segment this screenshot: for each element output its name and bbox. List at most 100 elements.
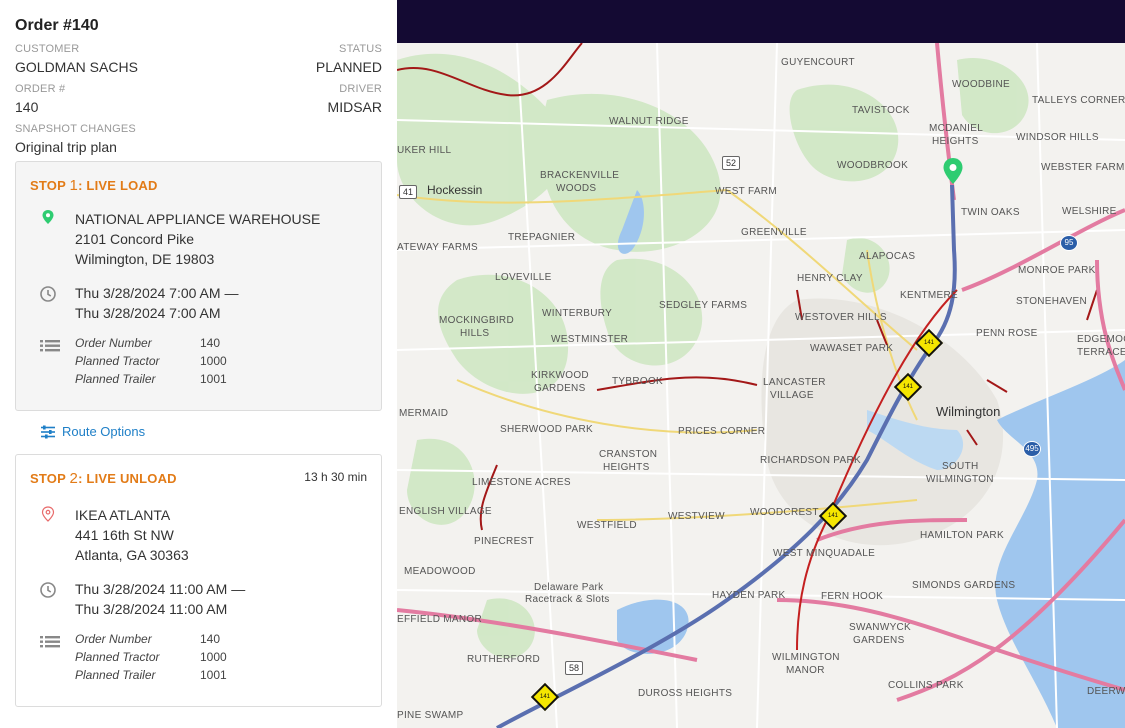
stop-card-1[interactable]: STOP 1: LIVE LOAD NATIONAL APPLIANCE WAR… bbox=[15, 161, 382, 411]
map-label: KENTMERE bbox=[900, 290, 958, 301]
stop-2-time-start: Thu 3/28/2024 11:00 AM — bbox=[75, 581, 246, 597]
map-label: Delaware Park bbox=[534, 582, 604, 593]
map-label: PINE SWAMP bbox=[397, 710, 464, 721]
order-title: Order #140 bbox=[15, 17, 99, 34]
interstate-shield: 95 bbox=[1060, 235, 1078, 251]
map-label: WOODS bbox=[556, 183, 597, 194]
map-label: WOODBROOK bbox=[837, 160, 909, 171]
map-label: MEADOWOOD bbox=[404, 566, 476, 577]
map-label: HEIGHTS bbox=[603, 462, 650, 473]
detail-row: Planned Tractor 1000 bbox=[75, 354, 227, 368]
map-label: DUROSS HEIGHTS bbox=[638, 688, 733, 699]
route-options-link[interactable]: Route Options bbox=[40, 424, 145, 439]
map-label: WESTMINSTER bbox=[551, 334, 629, 345]
map-label: WESTFIELD bbox=[577, 520, 637, 531]
map-label: HILLS bbox=[460, 328, 490, 339]
stop-2-details: Order Number 140 Planned Tractor 1000 Plan… bbox=[75, 630, 227, 684]
stop-1-time-start: Thu 3/28/2024 7:00 AM — bbox=[75, 285, 239, 301]
map-canvas[interactable] bbox=[397, 0, 1125, 728]
map-label: WINDSOR HILLS bbox=[1016, 132, 1099, 143]
clock-icon bbox=[40, 582, 56, 598]
stop-1-address: NATIONAL APPLIANCE WAREHOUSE 2101 Concor… bbox=[75, 209, 320, 269]
map-label: ATEWAY FARMS bbox=[397, 242, 479, 253]
map-label: MERMAID bbox=[399, 408, 449, 419]
map-label: HEIGHTS bbox=[932, 136, 979, 147]
map-label: WILMINGTON bbox=[772, 652, 840, 663]
map-label: WESTVIEW bbox=[668, 511, 725, 522]
stop-1-details: Order Number 140 Planned Tractor 1000 Plan… bbox=[75, 334, 227, 388]
order-panel: Order #140 CUSTOMER GOLDMAN SACHS STATUS… bbox=[0, 0, 397, 728]
map-label: MOCKINGBIRD bbox=[439, 315, 514, 326]
map-label: TREPAGNIER bbox=[508, 232, 576, 243]
driver-value: MIDSAR bbox=[327, 99, 382, 115]
map-label: HENRY CLAY bbox=[797, 273, 863, 284]
map-label: TERRACE bbox=[1077, 347, 1125, 358]
stop-1-address-line2: Wilmington, DE 19803 bbox=[75, 251, 215, 267]
map-label: FERN HOOK bbox=[821, 591, 884, 602]
map-label: GARDENS bbox=[534, 383, 586, 394]
map-label: HAYDEN PARK bbox=[712, 590, 786, 601]
map-label: SEDGLEY FARMS bbox=[659, 300, 748, 311]
map-label: TALLEYS CORNER bbox=[1032, 95, 1125, 106]
sliders-icon bbox=[41, 425, 55, 438]
map-pin-icon bbox=[42, 210, 54, 224]
map-label: WALNUT RIDGE bbox=[609, 116, 689, 127]
detail-row: Planned Trailer 1001 bbox=[75, 372, 227, 386]
status-label: STATUS bbox=[339, 43, 382, 55]
map-label: LOVEVILLE bbox=[495, 272, 552, 283]
map-label: UKER HILL bbox=[397, 145, 452, 156]
stop-2-name: IKEA ATLANTA bbox=[75, 507, 171, 523]
map-label: WESTOVER HILLS bbox=[795, 312, 887, 323]
map-label: WOODCREST bbox=[750, 507, 819, 518]
route-shield: 58 bbox=[565, 661, 584, 675]
stop-2-address-line2: Atlanta, GA 30363 bbox=[75, 547, 189, 563]
origin-pin-icon[interactable] bbox=[942, 157, 964, 185]
stop-1-name: NATIONAL APPLIANCE WAREHOUSE bbox=[75, 211, 321, 227]
clock-icon bbox=[40, 286, 56, 302]
map-label: COLLINS PARK bbox=[888, 680, 964, 691]
map-label: STONEHAVEN bbox=[1016, 296, 1087, 307]
status-value: PLANNED bbox=[315, 59, 382, 75]
map-label: SHERWOOD PARK bbox=[500, 424, 593, 435]
map-label: ALAPOCAS bbox=[859, 251, 916, 262]
map-label: PRICES CORNER bbox=[678, 426, 766, 437]
map-label: CRANSTON bbox=[599, 449, 658, 460]
stop-1-address-line1: 2101 Concord Pike bbox=[75, 231, 195, 247]
list-icon bbox=[40, 636, 60, 648]
map-label: WEST FARM bbox=[715, 186, 777, 197]
stop-2-times: Thu 3/28/2024 11:00 AM — Thu 3/28/2024 1… bbox=[75, 579, 245, 619]
map-label: TYBROOK bbox=[612, 376, 663, 387]
map-label: GREENVILLE bbox=[741, 227, 807, 238]
stop-2-duration: 13 h 30 min bbox=[304, 470, 367, 484]
detail-row: Order Number 140 bbox=[75, 632, 221, 646]
map-label: RICHARDSON PARK bbox=[760, 455, 861, 466]
detail-row: Planned Trailer 1001 bbox=[75, 668, 227, 682]
stop-1-times: Thu 3/28/2024 7:00 AM — Thu 3/28/2024 7:… bbox=[75, 283, 238, 323]
stop-card-2[interactable]: STOP 2: LIVE UNLOAD 13 h 30 min IKEA ATL… bbox=[15, 454, 382, 707]
map-label: TAVISTOCK bbox=[852, 105, 910, 116]
map-label: GUYENCOURT bbox=[781, 57, 855, 68]
map-label: PINECREST bbox=[474, 536, 534, 547]
map-label: LIMESTONE ACRES bbox=[472, 477, 571, 488]
map-label: Racetrack & Slots bbox=[525, 594, 610, 605]
map-label: MANOR bbox=[786, 665, 825, 676]
customer-status-row: CUSTOMER GOLDMAN SACHS STATUS PLANNED bbox=[15, 43, 382, 75]
driver-label: DRIVER bbox=[339, 83, 382, 95]
map-label: TWIN OAKS bbox=[961, 207, 1020, 218]
stop-2-time-end: Thu 3/28/2024 11:00 AM bbox=[75, 601, 228, 617]
map-label: EDGEMOO bbox=[1077, 334, 1125, 345]
map-label: WINTERBURY bbox=[542, 308, 613, 319]
stop-1-time-end: Thu 3/28/2024 7:00 AM bbox=[75, 305, 221, 321]
route-map[interactable]: Wilmington Hockessin 52 41 58 95 495 141… bbox=[397, 0, 1125, 728]
stop-1-heading: STOP 1: LIVE LOAD bbox=[30, 177, 158, 194]
map-label: WEST MINQUADALE bbox=[773, 548, 876, 559]
map-label: SIMONDS GARDENS bbox=[912, 580, 1016, 591]
map-label: SOUTH bbox=[942, 461, 979, 472]
snapshot-value: Original trip plan bbox=[15, 139, 117, 155]
interstate-shield: 495 bbox=[1023, 441, 1041, 457]
map-label: BRACKENVILLE bbox=[540, 170, 620, 181]
map-label: GARDENS bbox=[853, 635, 905, 646]
route-shield: 41 bbox=[399, 185, 418, 199]
route-shield: 52 bbox=[722, 156, 741, 170]
list-icon bbox=[40, 340, 60, 352]
